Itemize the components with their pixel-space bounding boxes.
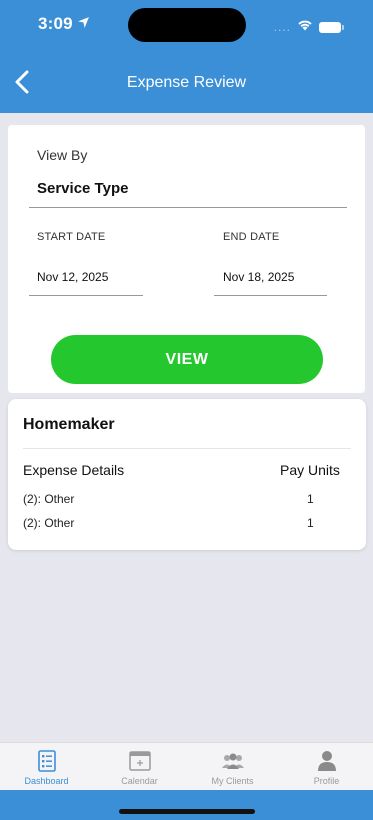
- tab-profile[interactable]: Profile: [280, 743, 373, 791]
- end-date-underline: [214, 295, 327, 296]
- detail-text: Other: [44, 516, 75, 530]
- detail-text: Other: [44, 492, 75, 506]
- status-time-text: 3:09: [38, 14, 73, 33]
- wifi-icon: [297, 18, 313, 36]
- dashboard-icon: [37, 750, 57, 772]
- view-by-underline: [29, 207, 347, 208]
- table-row-units: 1: [307, 516, 314, 530]
- app-header: 3:09 .... Expense Review: [0, 0, 373, 113]
- status-time: 3:09: [38, 14, 90, 34]
- cellular-signal-icon: ....: [273, 20, 291, 34]
- detail-prefix: (2):: [23, 516, 41, 530]
- tab-label: My Clients: [211, 776, 254, 786]
- expense-results-card: Homemaker Expense Details Pay Units (2):…: [8, 399, 366, 550]
- view-by-label: View By: [37, 147, 88, 163]
- calendar-icon: [128, 750, 151, 772]
- column-header-pay-units: Pay Units: [280, 462, 340, 478]
- battery-icon: [319, 21, 344, 33]
- view-button[interactable]: VIEW: [51, 335, 323, 384]
- service-type-title: Homemaker: [23, 416, 115, 433]
- tab-my-clients[interactable]: My Clients: [186, 743, 279, 791]
- profile-icon: [317, 750, 337, 772]
- table-row-detail: (2): Other: [23, 492, 74, 506]
- location-arrow-icon: [77, 14, 90, 34]
- table-row-detail: (2): Other: [23, 516, 74, 530]
- home-indicator[interactable]: [119, 809, 255, 814]
- end-date-field[interactable]: Nov 18, 2025: [223, 270, 294, 284]
- end-date-label: END DATE: [223, 231, 280, 243]
- section-divider: [23, 448, 351, 449]
- tab-label: Dashboard: [24, 776, 69, 786]
- bottom-tab-bar: Dashboard Calendar My Clients Profile: [0, 742, 373, 790]
- tab-dashboard[interactable]: Dashboard: [0, 743, 93, 791]
- dynamic-island: [128, 8, 246, 42]
- start-date-field[interactable]: Nov 12, 2025: [37, 270, 108, 284]
- page-title: Expense Review: [126, 74, 247, 91]
- tab-label: Profile: [313, 776, 340, 786]
- filter-card: View By Service Type START DATE Nov 12, …: [8, 125, 365, 393]
- tab-calendar[interactable]: Calendar: [93, 743, 186, 791]
- start-date-underline: [29, 295, 143, 296]
- table-row-units: 1: [307, 492, 314, 506]
- view-by-select[interactable]: Service Type: [37, 180, 128, 197]
- status-indicators: ....: [273, 18, 344, 36]
- home-indicator-area: [0, 790, 373, 820]
- tab-label: Calendar: [121, 776, 158, 786]
- detail-prefix: (2):: [23, 492, 41, 506]
- start-date-label: START DATE: [37, 231, 106, 243]
- column-header-expense-details: Expense Details: [23, 462, 125, 478]
- clients-icon: [221, 750, 245, 772]
